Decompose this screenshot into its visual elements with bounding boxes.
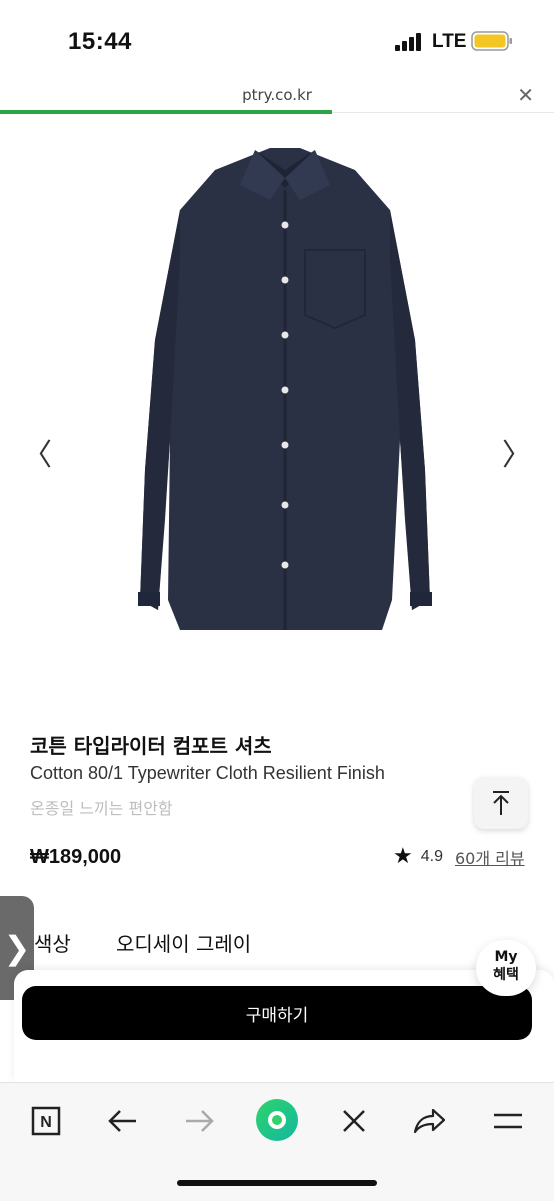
option-label: 색상 [34,932,71,956]
review-count-link[interactable]: 60개 리뷰 [455,845,525,869]
rating-value: 4.9 [420,847,443,865]
status-bar: 15:44 LTE [0,0,554,80]
product-rating: ★ 4.9 60개 리뷰 [393,844,525,869]
status-time: 15:44 [68,28,132,55]
url-text[interactable]: ptry.co.kr [0,86,554,104]
cellular-signal-icon [395,33,421,51]
option-value[interactable]: 오디세이 그레이 [116,928,251,957]
share-icon[interactable] [410,1101,450,1141]
arrow-up-icon [493,791,509,815]
battery-icon [471,31,512,51]
product-subtitle: Cotton 80/1 Typewriter Cloth Resilient F… [30,763,385,783]
product-title: 코튼 타입라이터 컴포트 셔츠 [30,734,272,758]
carousel-prev-icon[interactable]: 〈 [22,430,52,474]
network-type: LTE [432,31,467,52]
home-indicator [177,1180,377,1186]
carousel-next-icon[interactable]: 〉 [502,430,532,474]
green-circle-icon[interactable] [254,1097,300,1143]
product-tagline: 온종일 느끼는 편안함 [30,799,173,818]
chevron-right-icon: ❯ [3,929,31,967]
close-icon[interactable]: ✕ [517,83,534,107]
back-arrow-icon[interactable] [102,1101,142,1141]
url-bar[interactable]: ptry.co.kr ✕ [0,80,554,113]
naver-n-icon[interactable]: N [26,1101,66,1141]
forward-arrow-icon[interactable] [180,1101,220,1141]
close-tab-icon[interactable] [334,1101,374,1141]
my-benefit-button[interactable]: My 혜택 [476,940,536,996]
menu-icon[interactable] [488,1101,528,1141]
product-price: ₩189,000 [30,846,122,868]
product-image [138,148,432,630]
my-benefit-line1: My [494,949,518,965]
my-benefit-line2: 혜택 [493,967,519,983]
star-icon: ★ [393,844,413,869]
scroll-to-top-button[interactable] [474,777,528,829]
buy-button[interactable]: 구매하기 [22,986,532,1040]
naver-n-label: N [40,1114,52,1131]
